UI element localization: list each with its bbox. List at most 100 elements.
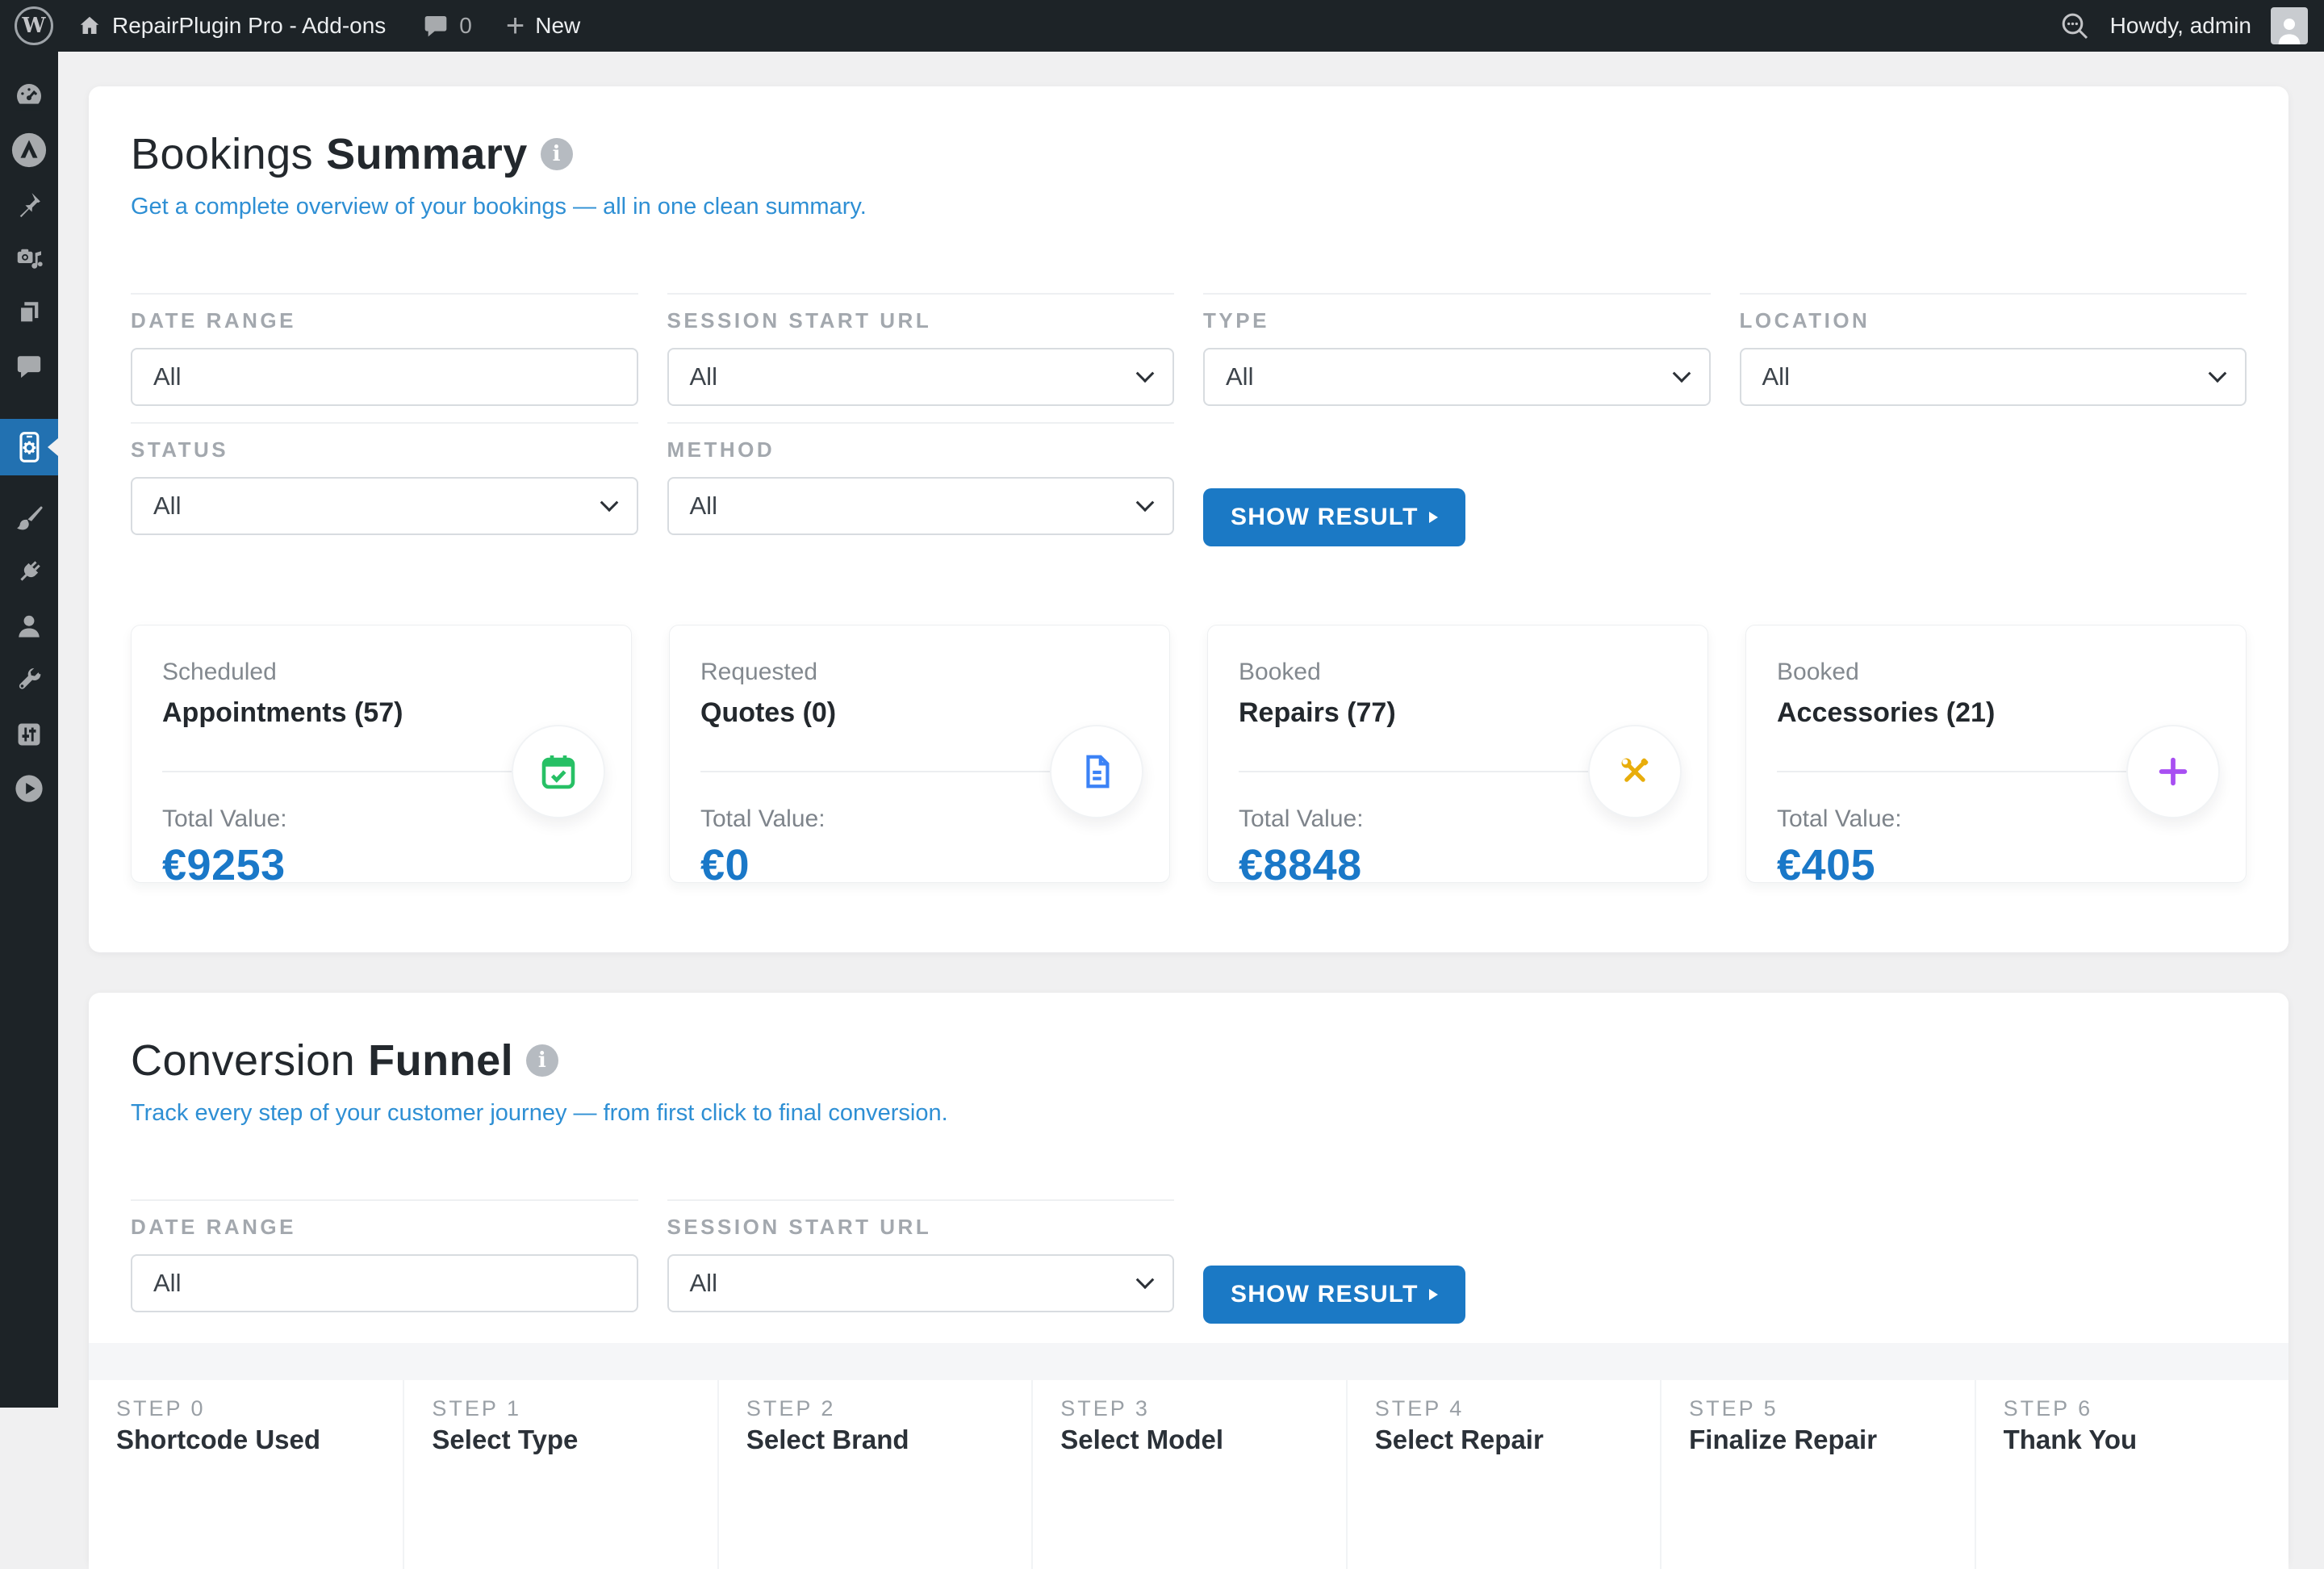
wrench-icon bbox=[15, 666, 44, 695]
dashboard-gauge-icon bbox=[15, 82, 44, 111]
plus-icon bbox=[2155, 753, 2192, 790]
site-title: RepairPlugin Pro - Add-ons bbox=[112, 13, 386, 39]
show-result-button[interactable]: SHOW RESULT bbox=[1203, 1266, 1465, 1324]
filter-date-range: DATE RANGE bbox=[131, 1199, 638, 1324]
show-result-cell: SHOW RESULT bbox=[1203, 422, 1711, 546]
new-content-button[interactable]: + New bbox=[506, 10, 580, 42]
card-title: Appointments (57) bbox=[162, 695, 600, 730]
filter-session-start-url: SESSION START URL All bbox=[667, 293, 1175, 406]
media-icon bbox=[15, 244, 44, 273]
session-start-url-select[interactable]: All bbox=[667, 1254, 1175, 1312]
step-name: Shortcode Used bbox=[116, 1424, 390, 1456]
session-start-url-select[interactable]: All bbox=[667, 348, 1175, 406]
new-label: New bbox=[535, 13, 580, 39]
divider bbox=[162, 771, 531, 772]
step-name: Select Model bbox=[1060, 1424, 1332, 1456]
user-silhouette-icon bbox=[2273, 12, 2305, 44]
sidebar-item-posts[interactable] bbox=[0, 186, 58, 222]
status-select[interactable]: All bbox=[131, 477, 638, 535]
show-result-button[interactable]: SHOW RESULT bbox=[1203, 488, 1465, 546]
howdy-text[interactable]: Howdy, admin bbox=[2110, 13, 2251, 39]
info-icon[interactable]: i bbox=[541, 138, 573, 170]
total-value: €0 bbox=[700, 840, 1139, 890]
comment-bubble-icon bbox=[423, 13, 449, 39]
card-badge bbox=[512, 725, 605, 818]
chevron-down-icon bbox=[2209, 364, 2227, 383]
bookings-subtitle: Get a complete overview of your bookings… bbox=[131, 191, 2247, 222]
date-range-input[interactable] bbox=[131, 1254, 638, 1312]
card-scheduled-appointments: Scheduled Appointments (57) Total Value: bbox=[131, 625, 632, 883]
sidebar-item-dashboard[interactable] bbox=[0, 78, 58, 114]
step-label: STEP 3 bbox=[1060, 1396, 1332, 1420]
sidebar-item-plugin-logo[interactable] bbox=[0, 132, 58, 168]
filter-date-range: DATE RANGE bbox=[131, 293, 638, 406]
card-kicker: Booked bbox=[1239, 658, 1677, 687]
plus-icon: + bbox=[506, 10, 525, 42]
paintbrush-icon bbox=[15, 504, 44, 533]
pushpin-icon bbox=[15, 190, 43, 218]
sidebar-item-video[interactable] bbox=[0, 771, 58, 806]
site-menu[interactable]: RepairPlugin Pro - Add-ons bbox=[77, 13, 386, 39]
type-select[interactable]: All bbox=[1203, 348, 1711, 406]
method-select[interactable]: All bbox=[667, 477, 1175, 535]
sidebar-item-users[interactable] bbox=[0, 609, 58, 644]
card-requested-quotes: Requested Quotes (0) Total Value: €0 bbox=[669, 625, 1170, 883]
comment-count: 0 bbox=[459, 13, 472, 39]
tools-icon bbox=[1616, 752, 1654, 791]
filter-method: METHOD All bbox=[667, 422, 1175, 546]
location-select[interactable]: All bbox=[1740, 348, 2247, 406]
funnel-filters: DATE RANGE SESSION START URL All SHOW RE… bbox=[131, 1199, 2247, 1324]
card-booked-repairs: Booked Repairs (77) bbox=[1207, 625, 1708, 883]
step-label: STEP 5 bbox=[1689, 1396, 1961, 1420]
pages-icon bbox=[15, 299, 43, 326]
filter-label: SESSION START URL bbox=[667, 308, 1175, 333]
funnel-step-3: STEP 3 Select Model bbox=[1031, 1380, 1345, 1569]
card-kicker: Scheduled bbox=[162, 658, 600, 687]
sidebar-item-tools[interactable] bbox=[0, 663, 58, 698]
title-regular: Bookings bbox=[131, 128, 313, 180]
search-icon[interactable] bbox=[2059, 10, 2091, 42]
step-name: Select Repair bbox=[1375, 1424, 1647, 1456]
plug-icon bbox=[15, 558, 44, 587]
filter-label: LOCATION bbox=[1740, 308, 2247, 333]
select-value: All bbox=[1226, 362, 1253, 391]
comments-shortcut[interactable]: 0 bbox=[423, 13, 472, 39]
filter-location: LOCATION All bbox=[1740, 293, 2247, 406]
total-value: €9253 bbox=[162, 840, 600, 890]
user-icon bbox=[15, 612, 44, 641]
sidebar-item-comments[interactable] bbox=[0, 349, 58, 384]
funnel-step-1: STEP 1 Select Type bbox=[403, 1380, 717, 1569]
select-value: All bbox=[153, 492, 181, 521]
funnel-step-6: STEP 6 Thank You bbox=[1975, 1380, 2288, 1569]
step-name: Thank You bbox=[2004, 1424, 2276, 1456]
filter-label: DATE RANGE bbox=[131, 308, 638, 333]
title-bold: Funnel bbox=[368, 1035, 513, 1086]
funnel-step-5: STEP 5 Finalize Repair bbox=[1660, 1380, 1974, 1569]
total-value: €405 bbox=[1777, 840, 2215, 890]
sidebar-item-repairplugin[interactable] bbox=[0, 419, 58, 475]
active-menu-arrow-icon bbox=[48, 438, 58, 456]
show-result-label: SHOW RESULT bbox=[1231, 1281, 1419, 1308]
filter-label: STATUS bbox=[131, 437, 638, 462]
date-range-input[interactable] bbox=[131, 348, 638, 406]
arrow-right-icon bbox=[1429, 512, 1438, 523]
select-value: All bbox=[1762, 362, 1790, 391]
funnel-steps-strip: STEP 0 Shortcode Used STEP 1 Select Type… bbox=[89, 1343, 2288, 1569]
chevron-down-icon bbox=[1136, 1270, 1155, 1289]
step-label: STEP 2 bbox=[746, 1396, 1018, 1420]
sidebar-item-plugins[interactable] bbox=[0, 554, 58, 590]
filter-label: METHOD bbox=[667, 437, 1175, 462]
filter-session-start-url: SESSION START URL All bbox=[667, 1199, 1175, 1324]
wordpress-logo-icon[interactable]: W bbox=[15, 6, 53, 45]
avatar[interactable] bbox=[2271, 7, 2308, 44]
calendar-check-icon bbox=[539, 752, 578, 791]
step-label: STEP 0 bbox=[116, 1396, 390, 1420]
sidebar-item-pages[interactable] bbox=[0, 295, 58, 330]
info-icon[interactable]: i bbox=[526, 1044, 558, 1077]
play-circle-icon bbox=[14, 773, 44, 804]
funnel-subtitle: Track every step of your customer journe… bbox=[131, 1098, 2247, 1128]
sidebar-item-settings[interactable] bbox=[0, 717, 58, 752]
sidebar-item-media[interactable] bbox=[0, 241, 58, 276]
sidebar-item-appearance[interactable] bbox=[0, 500, 58, 536]
filter-label: SESSION START URL bbox=[667, 1214, 1175, 1240]
